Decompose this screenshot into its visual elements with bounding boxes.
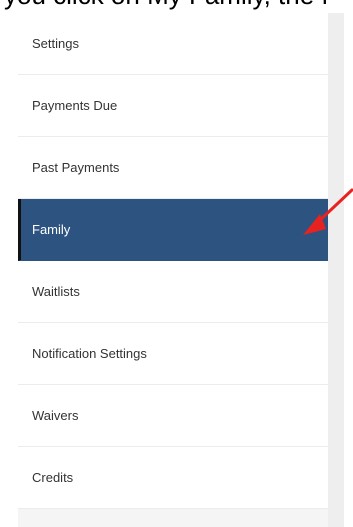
- account-menu: Settings Payments Due Past Payments Fami…: [18, 13, 328, 509]
- account-menu-panel: Settings Payments Due Past Payments Fami…: [18, 13, 344, 527]
- menu-item-family[interactable]: Family: [18, 199, 328, 261]
- menu-item-credits[interactable]: Credits: [18, 447, 328, 509]
- menu-item-settings[interactable]: Settings: [18, 13, 328, 75]
- menu-item-past-payments[interactable]: Past Payments: [18, 137, 328, 199]
- menu-item-notification-settings[interactable]: Notification Settings: [18, 323, 328, 385]
- menu-item-waitlists[interactable]: Waitlists: [18, 261, 328, 323]
- instruction-text: you click on My Family, the f: [4, 0, 329, 9]
- menu-gutter: [328, 13, 344, 527]
- screenshot-stage: you click on My Family, the f Settings P…: [0, 0, 353, 527]
- menu-item-waivers[interactable]: Waivers: [18, 385, 328, 447]
- menu-item-payments-due[interactable]: Payments Due: [18, 75, 328, 137]
